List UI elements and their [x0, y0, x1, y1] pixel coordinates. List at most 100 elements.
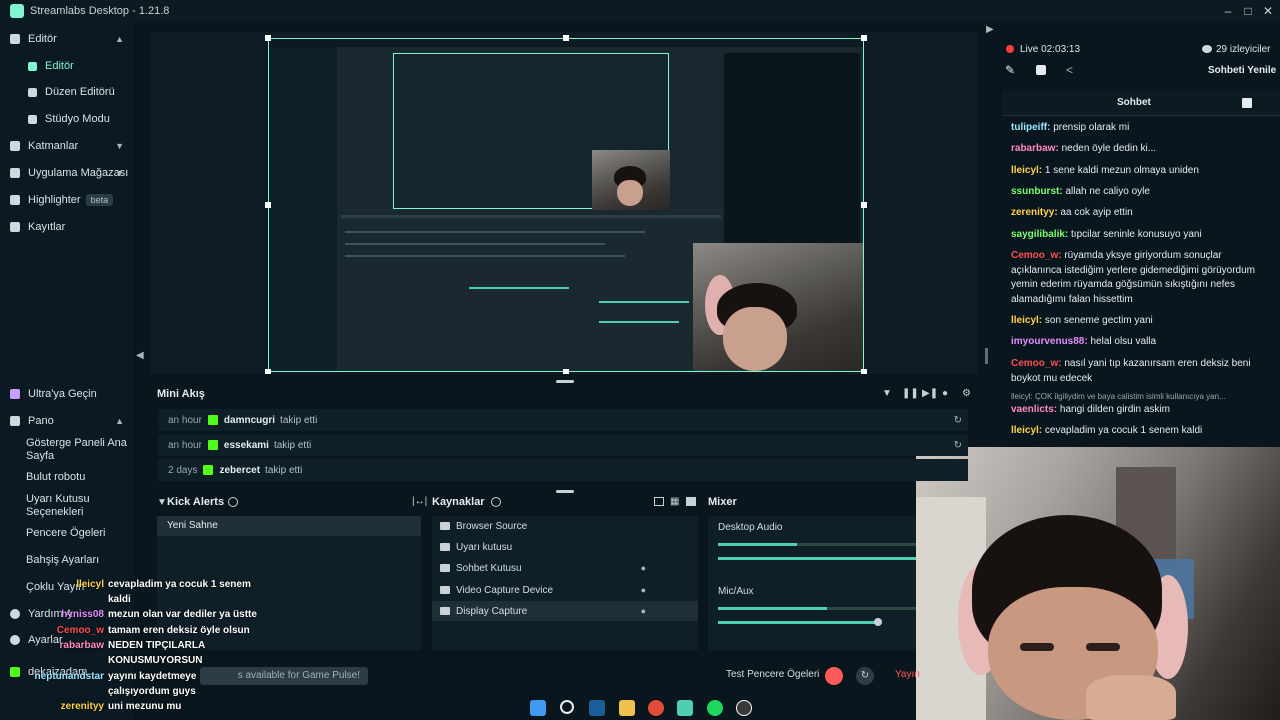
- test-widgets-button[interactable]: Test Pencere Ögeleri: [726, 669, 819, 680]
- streamlabs-icon[interactable]: [677, 700, 693, 716]
- source-item[interactable]: Uyarı kutusu: [432, 537, 698, 557]
- filter-icon[interactable]: ▼: [882, 388, 892, 399]
- sidebar-item-app-store[interactable]: Uygulama Mağazası ▼: [0, 166, 134, 180]
- chevron-up-icon[interactable]: ▲: [115, 416, 124, 426]
- expand-chat-icon[interactable]: ▶: [986, 24, 994, 35]
- source-item[interactable]: Sohbet Kutusu ●: [432, 558, 698, 578]
- chat-username[interactable]: zerenityy:: [1011, 207, 1058, 218]
- source-grid-icon[interactable]: ▦: [670, 496, 679, 507]
- chat-username[interactable]: lleicyl:: [1011, 315, 1042, 326]
- sidebar-item-editor-sub[interactable]: Editör: [0, 59, 134, 73]
- sidebar-item-layers[interactable]: Katmanlar ▼: [0, 139, 134, 153]
- collapse-scenes-icon[interactable]: ▼: [157, 497, 167, 508]
- lock-icon[interactable]: ●: [641, 585, 646, 595]
- recordings-icon: [10, 222, 20, 232]
- chevron-down-icon[interactable]: ▼: [115, 141, 124, 151]
- sidebar-item-alertbox-options[interactable]: Uyarı Kutusu Seçenekleri: [0, 492, 134, 520]
- scene-item[interactable]: Yeni Sahne: [157, 516, 421, 536]
- overlay-chat-text: mezun olan var dediler ya üstte: [108, 609, 257, 620]
- resize-handle[interactable]: [985, 348, 988, 364]
- sidebar-item-dashboard[interactable]: Pano ▲: [0, 414, 134, 428]
- feed-user[interactable]: zebercet: [219, 465, 260, 476]
- go-live-button[interactable]: Yayın: [895, 669, 920, 680]
- media-player-icon[interactable]: [736, 700, 752, 716]
- chat-username[interactable]: Cemoo_w:: [1011, 250, 1062, 261]
- chat-username[interactable]: saygilibalik:: [1011, 229, 1068, 240]
- lock-icon[interactable]: ●: [641, 563, 646, 573]
- steam-icon[interactable]: [589, 700, 605, 716]
- sidebar-item-cloudbot[interactable]: Bulut robotu: [0, 470, 134, 484]
- sidebar-item-studio-mode[interactable]: Stüdyo Modu: [0, 112, 134, 126]
- chat-username[interactable]: rabarbaw:: [1011, 143, 1059, 154]
- sidebar-item-recordings[interactable]: Kayıtlar: [0, 220, 134, 234]
- sidebar-item-ultra[interactable]: Ultra'ya Geçin: [0, 387, 134, 401]
- chat-message: Cemoo_w: nasıl yani tıp kazanırsam eren …: [1011, 357, 1273, 386]
- feed-user[interactable]: essekami: [224, 440, 269, 451]
- drag-handle[interactable]: [556, 380, 574, 383]
- chat-username[interactable]: lleicyl:: [1011, 425, 1042, 436]
- add-scene-icon[interactable]: [228, 497, 238, 507]
- eye: [1020, 643, 1054, 651]
- chat-username[interactable]: lleicyl:: [1011, 165, 1042, 176]
- overlay-chat-username: hyniss08: [61, 609, 104, 620]
- collapse-sidebar-icon[interactable]: ◀: [136, 350, 144, 361]
- refresh-chat-button[interactable]: Sohbeti Yenile: [1208, 65, 1276, 76]
- chat-text: allah ne caliyo oyle: [1065, 186, 1150, 197]
- chat-username[interactable]: imyourvenus88:: [1011, 336, 1088, 347]
- chat-username[interactable]: tulipeiff:: [1011, 122, 1050, 133]
- desktop-audio-slider[interactable]: [718, 557, 916, 560]
- replay-icon[interactable]: ↻: [954, 440, 962, 451]
- stream-info-icon[interactable]: [1036, 65, 1046, 75]
- file-explorer-icon[interactable]: [619, 700, 635, 716]
- sidebar-item-label: Editör: [45, 60, 74, 72]
- chat-username[interactable]: Cemoo_w:: [1011, 358, 1062, 369]
- chat-username[interactable]: ssunburst:: [1011, 186, 1063, 197]
- kick-icon: [10, 667, 20, 677]
- edit-icon[interactable]: ✎: [1005, 63, 1015, 77]
- overlay-chat-message: zerenityy uni mezunu mu: [20, 700, 260, 715]
- source-group-icon[interactable]: [686, 497, 696, 506]
- sidebar-item-highlighter[interactable]: Highlighter beta: [0, 193, 134, 207]
- search-icon[interactable]: [560, 700, 574, 714]
- replay-buffer-icon[interactable]: ↻: [856, 667, 874, 685]
- chat-settings-icon[interactable]: [1242, 98, 1252, 108]
- replay-icon[interactable]: ↻: [954, 415, 962, 426]
- overlay-chat-text: cevapladim ya cocuk 1 senem kaldi: [108, 579, 251, 605]
- display-capture-preview[interactable]: [268, 38, 864, 372]
- windows-start-icon[interactable]: [530, 700, 546, 716]
- sidebar-item-layout-editor[interactable]: Düzen Editörü: [0, 85, 134, 99]
- feed-user[interactable]: damncugri: [224, 415, 275, 426]
- lock-icon[interactable]: ●: [641, 606, 646, 616]
- stream-preview[interactable]: [150, 32, 978, 374]
- source-item[interactable]: Browser Source: [432, 516, 698, 536]
- source-item[interactable]: Video Capture Device ●: [432, 580, 698, 600]
- minimize-icon[interactable]: –: [1220, 4, 1236, 18]
- settings-icon[interactable]: ⚙: [962, 388, 971, 399]
- sidebar-item-dashboard-home[interactable]: Gösterge Paneli Ana Sayfa: [0, 436, 134, 464]
- chevron-down-icon[interactable]: ▼: [115, 168, 124, 178]
- sidebar-item-tip-settings[interactable]: Bahşiş Ayarları: [0, 553, 134, 567]
- scene-transition-icon[interactable]: |↔|: [412, 496, 427, 507]
- pause-icon[interactable]: ❚❚: [902, 388, 919, 399]
- close-icon[interactable]: ✕: [1260, 4, 1276, 18]
- skip-icon[interactable]: ▶❚: [922, 388, 938, 399]
- sidebar-item-widgets[interactable]: Pencere Ögeleri: [0, 526, 134, 540]
- drag-handle[interactable]: [556, 490, 574, 493]
- mic-slider-handle[interactable]: [874, 618, 882, 626]
- maximize-icon[interactable]: □: [1240, 4, 1256, 18]
- chrome-icon[interactable]: [648, 700, 664, 716]
- source-item-selected[interactable]: Display Capture ●: [432, 601, 698, 621]
- spotify-icon[interactable]: [707, 700, 723, 716]
- record-button[interactable]: [825, 667, 843, 685]
- sidebar-item-editor[interactable]: Editör ▲: [0, 32, 134, 46]
- chevron-up-icon[interactable]: ▲: [115, 34, 124, 44]
- nested-webcam-large: [693, 243, 863, 371]
- chat-username[interactable]: vaenlicts:: [1011, 404, 1057, 415]
- source-folder-icon[interactable]: [654, 497, 664, 506]
- volume-icon[interactable]: ●: [942, 388, 948, 399]
- add-source-icon[interactable]: [491, 497, 501, 507]
- share-icon[interactable]: <: [1066, 63, 1073, 77]
- app-store-icon: [10, 168, 20, 178]
- chat-text: son seneme gectim yani: [1044, 315, 1153, 326]
- mic-audio-slider[interactable]: [718, 621, 878, 624]
